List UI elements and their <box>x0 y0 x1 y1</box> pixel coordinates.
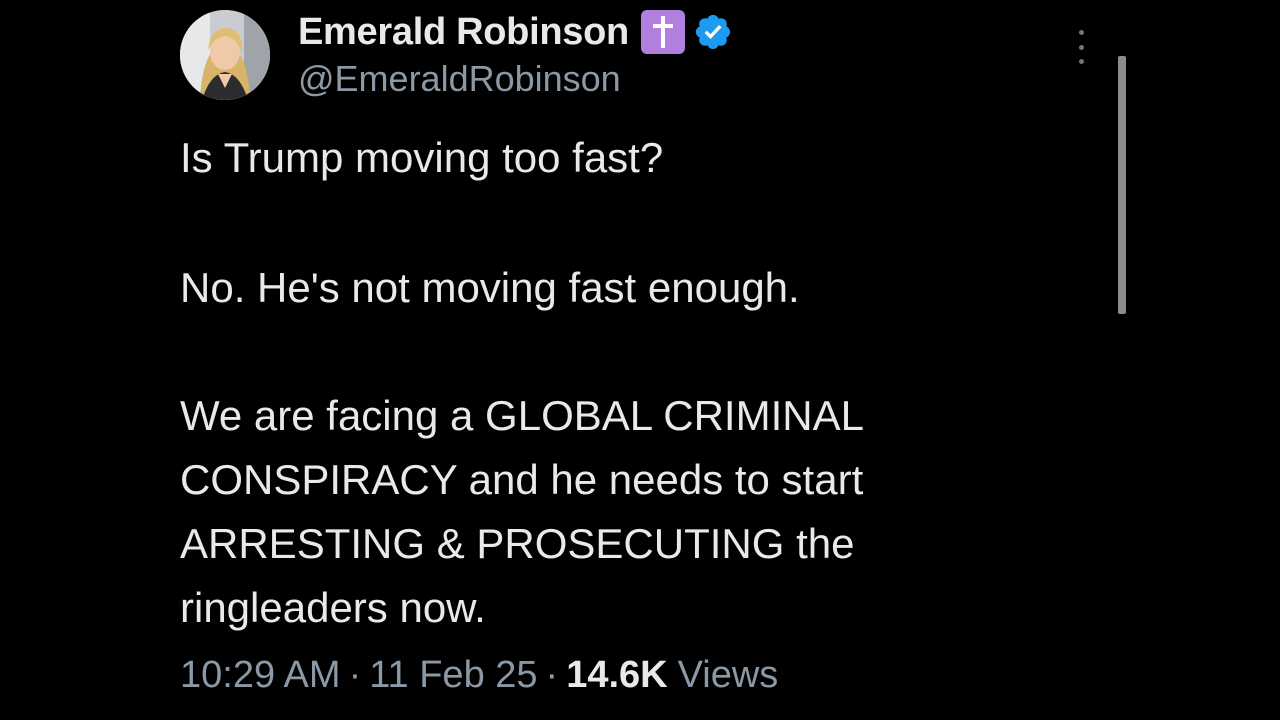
tweet-text-line-5: ARRESTING & PROSECUTING the <box>180 520 855 567</box>
tweet-card: Emerald Robinson @EmeraldRobinson Is Tru… <box>0 0 1280 720</box>
display-name[interactable]: Emerald Robinson <box>298 11 629 54</box>
author-handle[interactable]: @EmeraldRobinson <box>298 58 621 100</box>
scrollbar[interactable] <box>1118 56 1126 314</box>
verified-badge-icon[interactable] <box>693 12 733 52</box>
more-options-icon[interactable] <box>1074 30 1088 64</box>
tweet-text-line-2: No. He's not moving fast enough. <box>180 264 800 311</box>
views-count[interactable]: 14.6K <box>566 654 667 697</box>
latin-cross-icon <box>640 10 685 54</box>
tweet-text-line-6: ringleaders now. <box>180 584 486 631</box>
tweet-text-line-3: We are facing a GLOBAL CRIMINAL <box>180 392 864 439</box>
views-label[interactable]: Views <box>678 654 779 697</box>
tweet-time[interactable]: 10:29 AM <box>180 654 341 697</box>
tweet-text-line-4: CONSPIRACY and he needs to start <box>180 456 864 503</box>
tweet-meta: 10:29 AM · 11 Feb 25 · 14.6K Views <box>180 654 778 697</box>
tweet-date[interactable]: 11 Feb 25 <box>369 654 537 697</box>
tweet-text-line-1: Is Trump moving too fast? <box>180 134 664 181</box>
author-name-row: Emerald Robinson <box>298 6 733 58</box>
meta-separator: · <box>545 654 559 696</box>
profile-photo <box>180 10 270 100</box>
avatar[interactable] <box>180 10 270 100</box>
meta-separator: · <box>348 654 362 696</box>
